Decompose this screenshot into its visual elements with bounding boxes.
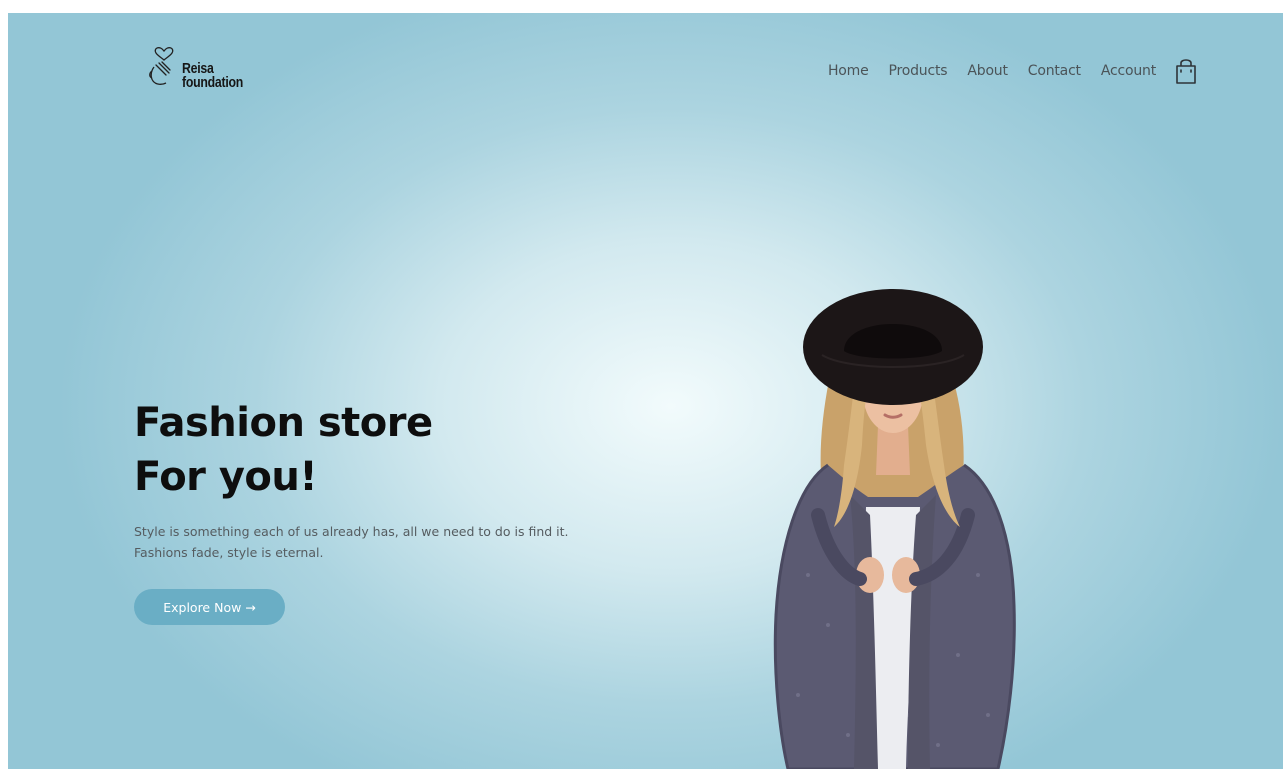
shopping-bag-icon[interactable]: [1174, 57, 1198, 85]
finger-heart-icon: [149, 47, 174, 85]
nav-home[interactable]: Home: [828, 63, 869, 79]
main-nav: Home Products About Contact Account: [828, 55, 1198, 87]
model-photo: [773, 289, 1016, 769]
nav-contact[interactable]: Contact: [1028, 63, 1081, 79]
hero-subtitle-line-1: Style is something each of us already ha…: [134, 524, 569, 539]
hero-title-line-1: Fashion store: [134, 400, 433, 446]
nav-account[interactable]: Account: [1101, 63, 1156, 79]
hero-section: Reisa foundation Home Products About Con…: [8, 13, 1283, 769]
brand-wordmark: Reisa foundation: [182, 61, 244, 91]
hero-subtitle-line-2: Fashions fade, style is eternal.: [134, 545, 324, 560]
brand-logo[interactable]: Reisa foundation: [144, 41, 274, 97]
hero-title-line-2: For you!: [134, 454, 318, 500]
nav-about[interactable]: About: [967, 63, 1008, 79]
explore-now-button[interactable]: Explore Now →: [134, 589, 285, 625]
nav-products[interactable]: Products: [889, 63, 948, 79]
brand-line-2: foundation: [182, 74, 244, 91]
hero-title: Fashion store For you!: [134, 396, 433, 504]
hero-subtitle: Style is something each of us already ha…: [134, 521, 654, 563]
